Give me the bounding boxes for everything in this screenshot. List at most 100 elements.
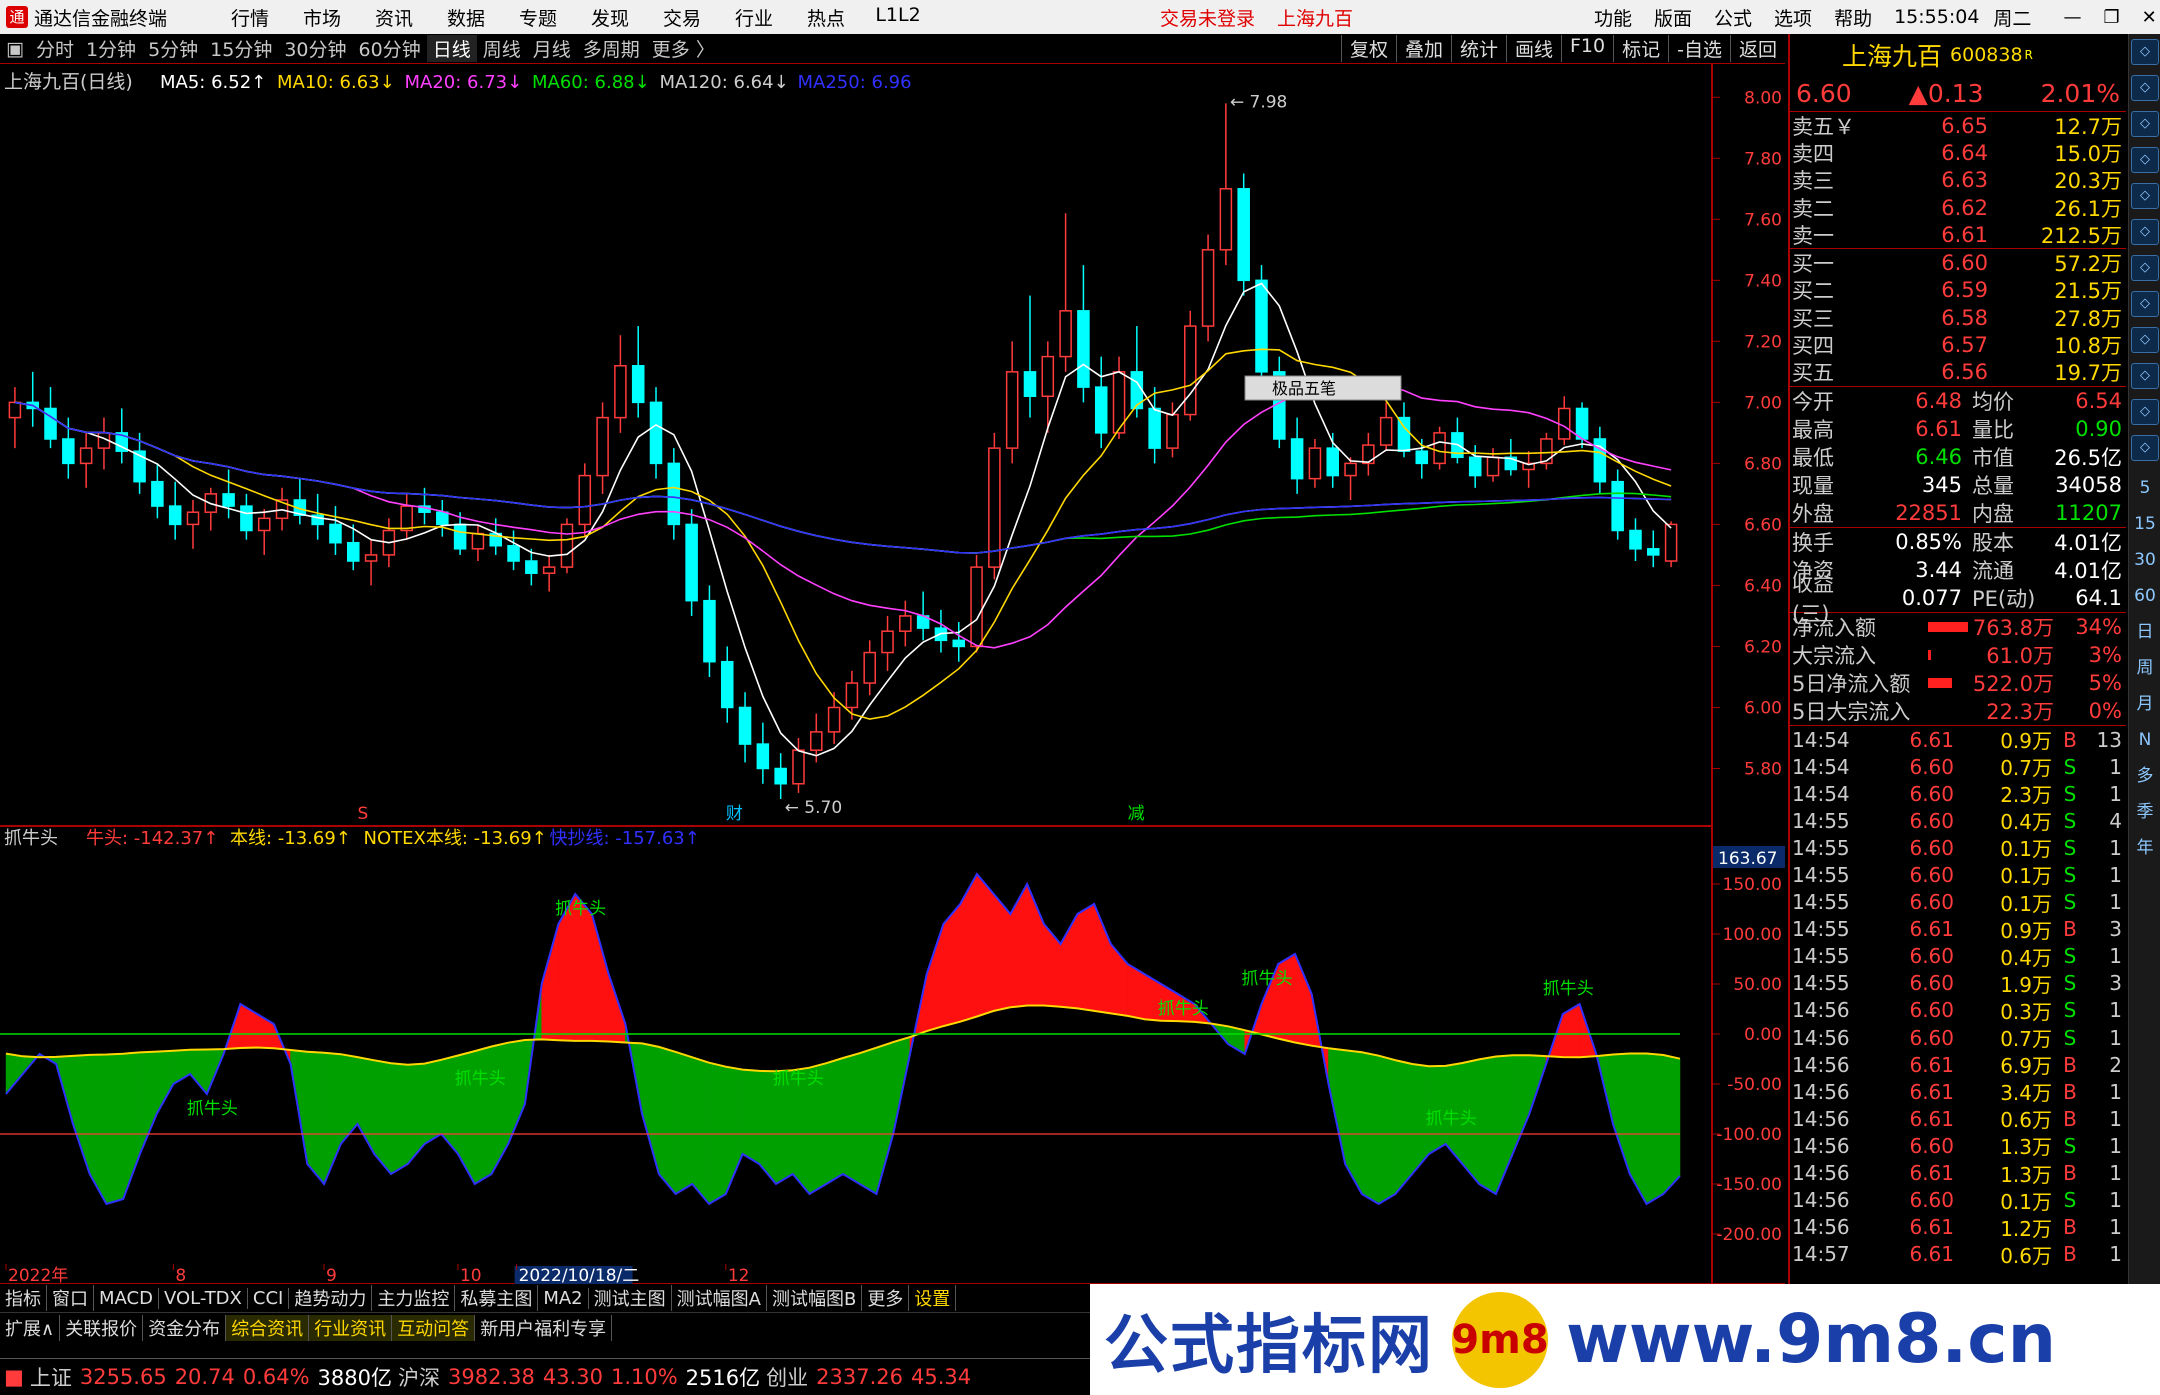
chart-tool-4[interactable]: F10 bbox=[1561, 35, 1613, 62]
indicator-tab-2[interactable]: MACD bbox=[94, 1287, 159, 1309]
extension-tab-4[interactable]: 行业资讯 bbox=[309, 1314, 393, 1341]
menu-item-6[interactable]: 交易 bbox=[646, 4, 718, 31]
indicator-tab-1[interactable]: 窗口 bbox=[47, 1285, 94, 1311]
pen-icon[interactable]: ◇ bbox=[2131, 399, 2159, 425]
period-tab-9[interactable]: 多周期 bbox=[577, 35, 646, 62]
extension-tab-6[interactable]: 新用户福利专享 bbox=[475, 1314, 613, 1341]
close-icon[interactable]: ✕ bbox=[2142, 7, 2157, 28]
menu-item-0[interactable]: 行情 bbox=[214, 4, 286, 31]
tick-list[interactable]: 14:54 6.61 0.9万 B 13 14:54 6.60 0.7万 S 1 14:54 6.60… bbox=[1790, 726, 2126, 1268]
chart-icon[interactable]: ◇ bbox=[2131, 111, 2159, 137]
menu-item-7[interactable]: 行业 bbox=[718, 4, 790, 31]
panel-toggle-icon[interactable]: ▣ bbox=[0, 38, 30, 60]
right-menu-item-1[interactable]: 版面 bbox=[1654, 4, 1692, 31]
period-tab-8[interactable]: 月线 bbox=[527, 35, 577, 62]
right-menu-item-4[interactable]: 帮助 bbox=[1834, 4, 1872, 31]
tick-count: 3 bbox=[2109, 917, 2122, 942]
extension-tab-0[interactable]: 扩展∧ bbox=[0, 1314, 61, 1341]
menu-item-4[interactable]: 专题 bbox=[502, 4, 574, 31]
chart-tool-7[interactable]: 返回 bbox=[1729, 35, 1785, 62]
period-tab-4[interactable]: 30分钟 bbox=[278, 35, 352, 62]
candle-icon[interactable]: ◇ bbox=[2131, 147, 2159, 173]
period-tab-10[interactable]: 更多 〉 bbox=[646, 35, 721, 62]
trade-status-link[interactable]: 交易未登录 bbox=[1160, 4, 1255, 31]
indicator-tab-5[interactable]: 趋势动力 bbox=[289, 1285, 373, 1311]
chart-area[interactable]: 上海九百(日线) MA5: 6.52↑ MA10: 6.63↓ MA20: 6.73↓… bbox=[0, 64, 1785, 1284]
chart-tool-0[interactable]: 复权 bbox=[1340, 35, 1396, 62]
fs-icon[interactable]: ◇ bbox=[2131, 435, 2159, 461]
indicator-tab-3[interactable]: VOL-TDX bbox=[159, 1287, 248, 1309]
menu-item-9[interactable]: L1L2 bbox=[862, 4, 934, 31]
right-menu-item-0[interactable]: 功能 bbox=[1594, 4, 1632, 31]
period-side-button-1[interactable]: 周 bbox=[2131, 651, 2159, 685]
maximize-icon[interactable]: ❐ bbox=[2103, 7, 2119, 28]
candle-body bbox=[453, 523, 467, 550]
period-side-button-4[interactable]: 多 bbox=[2131, 759, 2159, 793]
candle-body bbox=[720, 660, 734, 709]
stats2-key2: 流通 bbox=[1972, 558, 2014, 583]
menu-item-8[interactable]: 热点 bbox=[790, 4, 862, 31]
target-icon[interactable]: ◇ bbox=[2131, 363, 2159, 389]
ind-y-tick-label: 100.00 bbox=[1723, 925, 1782, 945]
up-icon[interactable]: ◇ bbox=[2131, 39, 2159, 65]
period-side-button-0[interactable]: 日 bbox=[2131, 615, 2159, 649]
chart-tool-1[interactable]: 叠加 bbox=[1395, 35, 1451, 62]
period-tab-0[interactable]: 分时 bbox=[30, 35, 80, 62]
extension-tab-1[interactable]: 关联报价 bbox=[60, 1314, 144, 1341]
index-name[interactable]: 上证 bbox=[30, 1362, 72, 1392]
menu-item-5[interactable]: 发现 bbox=[574, 4, 646, 31]
kline-chart[interactable]: 上海九百(日线) MA5: 6.52↑ MA10: 6.63↓ MA20: 6.73↓… bbox=[0, 64, 1785, 1284]
indicator-tab-9[interactable]: 测试主图 bbox=[589, 1285, 672, 1311]
arrow-icon[interactable]: ◇ bbox=[2131, 291, 2159, 317]
indicator-tab-7[interactable]: 私募主图 bbox=[455, 1285, 539, 1311]
flow-row: 5日净流入额 522.0万 5% bbox=[1790, 669, 2126, 697]
candle-body bbox=[257, 517, 271, 532]
tick-count: 1 bbox=[2109, 890, 2122, 915]
minute-button-15[interactable]: 15 bbox=[2131, 507, 2159, 541]
list-icon[interactable]: ◇ bbox=[2131, 183, 2159, 209]
grid-icon[interactable]: ◇ bbox=[2131, 255, 2159, 281]
extension-tab-2[interactable]: 资金分布 bbox=[143, 1314, 227, 1341]
down-icon[interactable]: ◇ bbox=[2131, 75, 2159, 101]
minimize-icon[interactable]: — bbox=[2063, 7, 2081, 28]
period-side-button-5[interactable]: 季 bbox=[2131, 795, 2159, 829]
info-icon[interactable]: ◇ bbox=[2131, 219, 2159, 245]
extension-tab-3[interactable]: 综合资讯 bbox=[226, 1314, 310, 1341]
period-tab-7[interactable]: 周线 bbox=[477, 35, 527, 62]
minute-button-30[interactable]: 30 bbox=[2131, 543, 2159, 577]
rsi-icon[interactable]: ◇ bbox=[2131, 327, 2159, 353]
indicator-tab-12[interactable]: 更多 bbox=[862, 1285, 910, 1311]
period-tab-5[interactable]: 60分钟 bbox=[353, 35, 427, 62]
menu-item-3[interactable]: 数据 bbox=[430, 4, 502, 31]
indicator-tab-0[interactable]: 指标 bbox=[0, 1285, 47, 1311]
index-name[interactable]: 创业 bbox=[766, 1362, 808, 1392]
index-name[interactable]: 沪深 bbox=[398, 1362, 440, 1392]
bids-price: 6.59 bbox=[1941, 278, 1988, 303]
chart-tool-2[interactable]: 统计 bbox=[1450, 35, 1506, 62]
period-tab-6[interactable]: 日线 bbox=[426, 35, 477, 62]
menu-item-2[interactable]: 资讯 bbox=[358, 4, 430, 31]
indicator-tab-4[interactable]: CCI bbox=[248, 1287, 290, 1309]
extension-tab-5[interactable]: 互动问答 bbox=[392, 1314, 476, 1341]
minute-button-60[interactable]: 60 bbox=[2131, 579, 2159, 613]
indicator-tab-11[interactable]: 测试幅图B bbox=[767, 1285, 863, 1311]
menu-item-1[interactable]: 市场 bbox=[286, 4, 358, 31]
period-side-button-3[interactable]: N bbox=[2131, 723, 2159, 757]
period-side-button-2[interactable]: 月 bbox=[2131, 687, 2159, 721]
indicator-tab-8[interactable]: MA2 bbox=[538, 1287, 589, 1309]
indicator-tab-6[interactable]: 主力监控 bbox=[372, 1285, 456, 1311]
period-tab-1[interactable]: 1分钟 bbox=[80, 35, 142, 62]
period-tab-3[interactable]: 15分钟 bbox=[204, 35, 278, 62]
chart-tool-5[interactable]: 标记 bbox=[1613, 35, 1668, 62]
period-side-button-6[interactable]: 年 bbox=[2131, 831, 2159, 865]
y-tick-label: 7.40 bbox=[1744, 271, 1782, 291]
right-menu-item-2[interactable]: 公式 bbox=[1714, 4, 1752, 31]
period-tab-2[interactable]: 5分钟 bbox=[142, 35, 204, 62]
chart-tool-6[interactable]: -自选 bbox=[1668, 35, 1730, 62]
indicator-tab-10[interactable]: 测试幅图A bbox=[672, 1285, 767, 1311]
tick-count: 1 bbox=[2109, 1215, 2122, 1240]
right-menu-item-3[interactable]: 选项 bbox=[1774, 4, 1812, 31]
indicator-tab-13[interactable]: 设置 bbox=[909, 1285, 957, 1311]
minute-button-5[interactable]: 5 bbox=[2131, 471, 2159, 505]
chart-tool-3[interactable]: 画线 bbox=[1505, 35, 1561, 62]
